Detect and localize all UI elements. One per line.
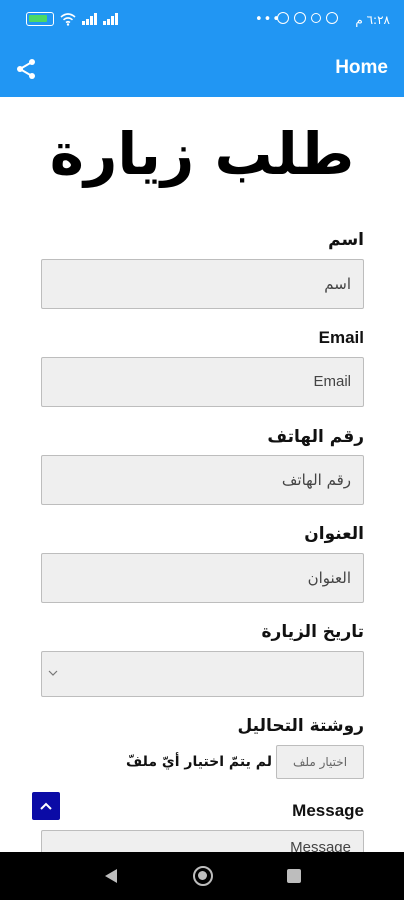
app-bar: Home xyxy=(0,40,404,97)
name-input[interactable]: اسم xyxy=(41,259,364,309)
signal-bars-icon xyxy=(82,13,97,25)
email-input[interactable]: Email xyxy=(41,357,364,407)
chevron-down-icon xyxy=(48,670,58,676)
status-bar: ••• ٦:٢٨ م xyxy=(0,0,404,40)
status-left-icons xyxy=(26,12,118,26)
battery-charging-icon xyxy=(26,12,54,26)
email-label: Email xyxy=(318,328,364,347)
prescription-label: روشتة التحاليل xyxy=(237,716,364,736)
choose-file-button[interactable]: اختيار ملف xyxy=(276,745,364,779)
alarm-icon xyxy=(326,12,338,24)
bluetooth-icon xyxy=(294,12,306,24)
name-label: اسم xyxy=(328,230,364,250)
address-label: العنوان xyxy=(304,524,364,544)
system-nav-bar xyxy=(0,852,404,900)
back-icon[interactable] xyxy=(103,868,119,884)
recent-apps-icon[interactable] xyxy=(287,869,301,883)
message-input[interactable]: Message xyxy=(41,830,364,852)
file-upload-row: اختيار ملف لم يتمّ اختيار أيّ ملفّ xyxy=(126,745,364,779)
visit-date-select[interactable] xyxy=(41,651,364,697)
phone-input[interactable]: رقم الهاتف xyxy=(41,455,364,505)
address-input[interactable]: العنوان xyxy=(41,553,364,603)
phone-label: رقم الهاتف xyxy=(267,427,364,447)
chevron-up-icon xyxy=(40,802,52,810)
wifi-icon xyxy=(60,12,76,26)
scroll-to-top-button[interactable] xyxy=(32,792,60,820)
home-link[interactable]: Home xyxy=(335,57,388,79)
message-label: Message xyxy=(292,801,364,820)
file-status-text: لم يتمّ اختيار أيّ ملفّ xyxy=(125,754,272,770)
share-icon[interactable] xyxy=(14,57,38,81)
signal-bars-icon-2 xyxy=(103,13,118,25)
chat-icon xyxy=(311,13,321,23)
page-title: طلب زيارة xyxy=(49,120,355,188)
status-right-icons xyxy=(277,12,338,24)
visit-date-label: تاريخ الزيارة xyxy=(261,622,364,642)
home-circle-icon[interactable] xyxy=(193,866,213,886)
whatsapp-icon xyxy=(277,12,289,24)
main-content[interactable]: طلب زيارة اسم اسم Email Email رقم الهاتف… xyxy=(0,97,404,852)
status-time: ٦:٢٨ م xyxy=(355,13,390,27)
